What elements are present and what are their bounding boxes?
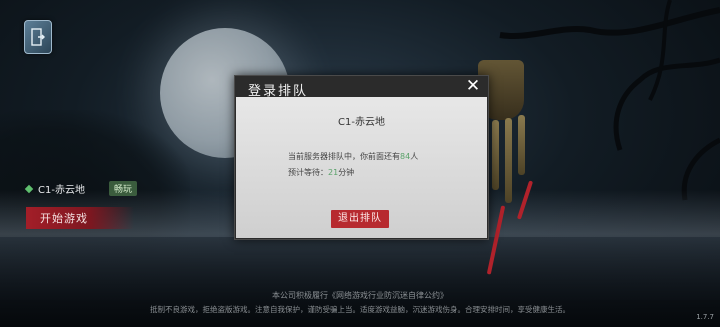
game-login-screen: C1-赤云地 畅玩 开始游戏 登录排队 ✕ C1-赤云地 当前服务器排队中，你前… bbox=[0, 0, 720, 327]
server-status-badge: 畅玩 bbox=[108, 181, 137, 196]
chime-tube bbox=[492, 120, 499, 190]
health-advisory: 抵制不良游戏，拒绝盗版游戏。注意自我保护，谨防受骗上当。适度游戏益脑，沉迷游戏伤… bbox=[150, 305, 570, 314]
queue-server-title: C1-赤云地 bbox=[338, 117, 385, 128]
chime-tube bbox=[505, 118, 512, 203]
close-icon[interactable]: ✕ bbox=[464, 77, 482, 95]
wait-time-text: 预计等待：21分钟 bbox=[288, 167, 354, 178]
wait-suffix: 分钟 bbox=[338, 168, 355, 177]
queue-prefix: 当前服务器排队中，你前面还有 bbox=[288, 152, 400, 161]
exit-door-icon[interactable] bbox=[24, 20, 52, 54]
dialog-body: C1-赤云地 当前服务器排队中，你前面还有84人 预计等待：21分钟 退出排队 bbox=[236, 97, 487, 238]
chime-tube bbox=[518, 115, 525, 175]
queue-count: 84 bbox=[400, 152, 411, 161]
exit-queue-button[interactable]: 退出排队 bbox=[331, 210, 389, 228]
server-name: C1-赤云地 bbox=[38, 185, 85, 196]
version-label: 1.7.7 bbox=[696, 313, 714, 321]
wait-minutes: 21 bbox=[328, 168, 339, 177]
start-game-button[interactable]: 开始游戏 bbox=[26, 207, 134, 229]
anti-addiction-notice: 本公司积极履行《网络游戏行业防沉迷自律公约》 bbox=[272, 291, 448, 300]
queue-status-text: 当前服务器排队中，你前面还有84人 bbox=[288, 151, 418, 162]
server-status-icon bbox=[24, 184, 34, 193]
start-game-label: 开始游戏 bbox=[40, 212, 88, 225]
queue-suffix: 人 bbox=[410, 152, 419, 161]
server-selector[interactable]: C1-赤云地 畅玩 bbox=[24, 181, 137, 196]
queue-dialog: 登录排队 ✕ C1-赤云地 当前服务器排队中，你前面还有84人 预计等待：21分… bbox=[234, 75, 489, 240]
door-glyph bbox=[31, 28, 45, 46]
wait-prefix: 预计等待： bbox=[288, 168, 328, 177]
